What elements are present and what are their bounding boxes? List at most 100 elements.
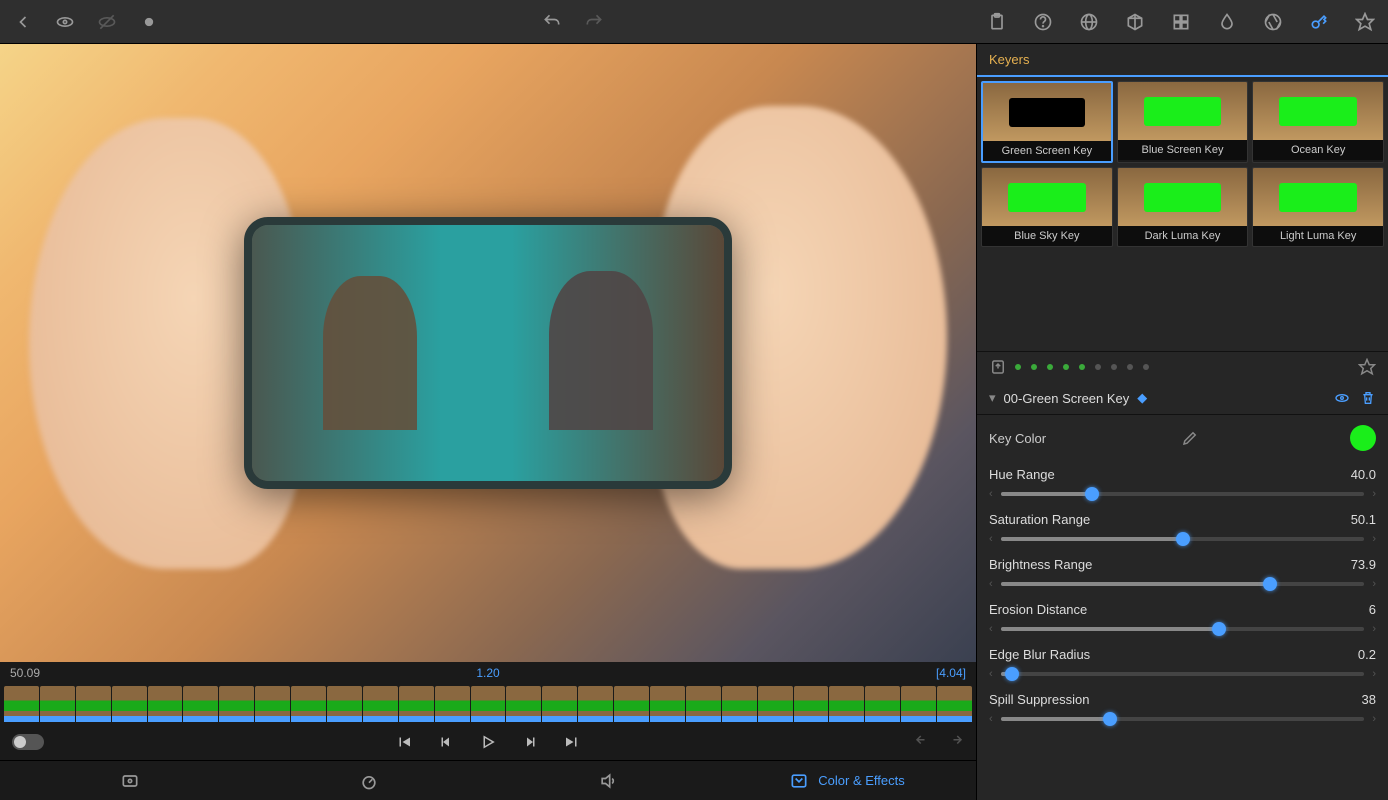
preview-viewport[interactable] [0,44,976,662]
timeline-time-bar[interactable]: 50.09 1.20 [4.04] [0,662,976,684]
chevron-left-icon[interactable]: ‹ [989,713,993,725]
effect-title-row[interactable]: ▾ 00-Green Screen Key ◆ [977,382,1388,415]
keyer-preset[interactable]: Green Screen Key [981,81,1113,163]
nav-color-label[interactable]: Color & Effects [818,773,904,788]
chevron-right-icon[interactable]: › [1372,578,1376,590]
chevron-right-icon[interactable]: › [1372,488,1376,500]
chevron-right-icon[interactable]: › [1372,533,1376,545]
eyedropper-icon[interactable] [1181,429,1199,447]
favorite-icon[interactable] [1358,358,1376,376]
redo-icon[interactable] [583,11,605,33]
slider[interactable] [1001,537,1365,541]
undo-icon[interactable] [541,11,563,33]
clip-thumb[interactable] [542,686,577,722]
loop-toggle[interactable] [12,734,44,750]
aperture-icon[interactable] [1262,11,1284,33]
keyer-preset[interactable]: Blue Screen Key [1117,81,1249,163]
clip-thumb[interactable] [219,686,254,722]
chevron-left-icon[interactable]: ‹ [989,533,993,545]
slider[interactable] [1001,582,1365,586]
fx-dot[interactable] [1111,364,1117,370]
clip-thumb[interactable] [183,686,218,722]
clip-thumb[interactable] [722,686,757,722]
fx-dot[interactable] [1095,364,1101,370]
clip-thumb[interactable] [471,686,506,722]
clip-thumb[interactable] [399,686,434,722]
keyer-preset[interactable]: Ocean Key [1252,81,1384,163]
clip-thumb[interactable] [148,686,183,722]
globe-icon[interactable] [1078,11,1100,33]
chevron-right-icon[interactable]: › [1372,623,1376,635]
back-icon[interactable] [12,11,34,33]
fx-dot[interactable] [1127,364,1133,370]
eye-off-icon[interactable] [96,11,118,33]
clip-thumb[interactable] [4,686,39,722]
clip-thumb[interactable] [112,686,147,722]
nav-speed-icon[interactable] [358,770,380,792]
clip-thumb[interactable] [829,686,864,722]
keyer-preset[interactable]: Light Luma Key [1252,167,1384,247]
step-forward-icon[interactable] [521,733,539,751]
clip-thumb[interactable] [40,686,75,722]
clip-thumb[interactable] [76,686,111,722]
slider[interactable] [1001,627,1365,631]
clip-thumb[interactable] [758,686,793,722]
small-redo-icon[interactable] [946,733,964,751]
nav-frame-icon[interactable] [119,770,141,792]
chevron-right-icon[interactable]: › [1372,713,1376,725]
chevron-right-icon[interactable]: › [1372,668,1376,680]
fx-dot[interactable] [1063,364,1069,370]
clip-thumb[interactable] [363,686,398,722]
key-color-swatch[interactable] [1350,425,1376,451]
grid-icon[interactable] [1170,11,1192,33]
small-undo-icon[interactable] [914,733,932,751]
play-icon[interactable] [479,733,497,751]
chevron-left-icon[interactable]: ‹ [989,488,993,500]
clip-thumb[interactable] [794,686,829,722]
step-back-icon[interactable] [437,733,455,751]
clip-thumb[interactable] [255,686,290,722]
clip-thumb[interactable] [650,686,685,722]
dot-icon[interactable] [138,11,160,33]
fx-dot[interactable] [1015,364,1021,370]
clip-thumb[interactable] [327,686,362,722]
chevron-left-icon[interactable]: ‹ [989,578,993,590]
clip-thumb[interactable] [506,686,541,722]
clip-thumb[interactable] [435,686,470,722]
key-icon[interactable] [1308,11,1330,33]
nav-audio-icon[interactable] [597,770,619,792]
keyer-preset[interactable]: Dark Luma Key [1117,167,1249,247]
keyer-preset[interactable]: Blue Sky Key [981,167,1113,247]
clip-thumb[interactable] [937,686,972,722]
keyframe-indicator-icon[interactable]: ◆ [1137,390,1147,406]
effect-visibility-icon[interactable] [1334,390,1350,406]
fx-dot[interactable] [1031,364,1037,370]
skip-start-icon[interactable] [395,733,413,751]
preset-save-icon[interactable] [989,358,1007,376]
fx-dot[interactable] [1079,364,1085,370]
fx-dot[interactable] [1047,364,1053,370]
timeline-track[interactable] [0,684,976,724]
clip-thumb[interactable] [614,686,649,722]
drop-icon[interactable] [1216,11,1238,33]
effect-delete-icon[interactable] [1360,390,1376,406]
eye-icon[interactable] [54,11,76,33]
fx-dot[interactable] [1143,364,1149,370]
clip-thumb[interactable] [901,686,936,722]
chevron-down-icon[interactable]: ▾ [989,390,996,406]
star-icon[interactable] [1354,11,1376,33]
clip-thumb[interactable] [865,686,900,722]
chevron-left-icon[interactable]: ‹ [989,668,993,680]
clip-thumb[interactable] [291,686,326,722]
chevron-left-icon[interactable]: ‹ [989,623,993,635]
skip-end-icon[interactable] [563,733,581,751]
clip-thumb[interactable] [578,686,613,722]
slider[interactable] [1001,492,1365,496]
clip-thumb[interactable] [686,686,721,722]
nav-color-icon[interactable] [788,770,810,792]
slider[interactable] [1001,672,1365,676]
clipboard-icon[interactable] [986,11,1008,33]
slider[interactable] [1001,717,1365,721]
cube-icon[interactable] [1124,11,1146,33]
help-icon[interactable] [1032,11,1054,33]
